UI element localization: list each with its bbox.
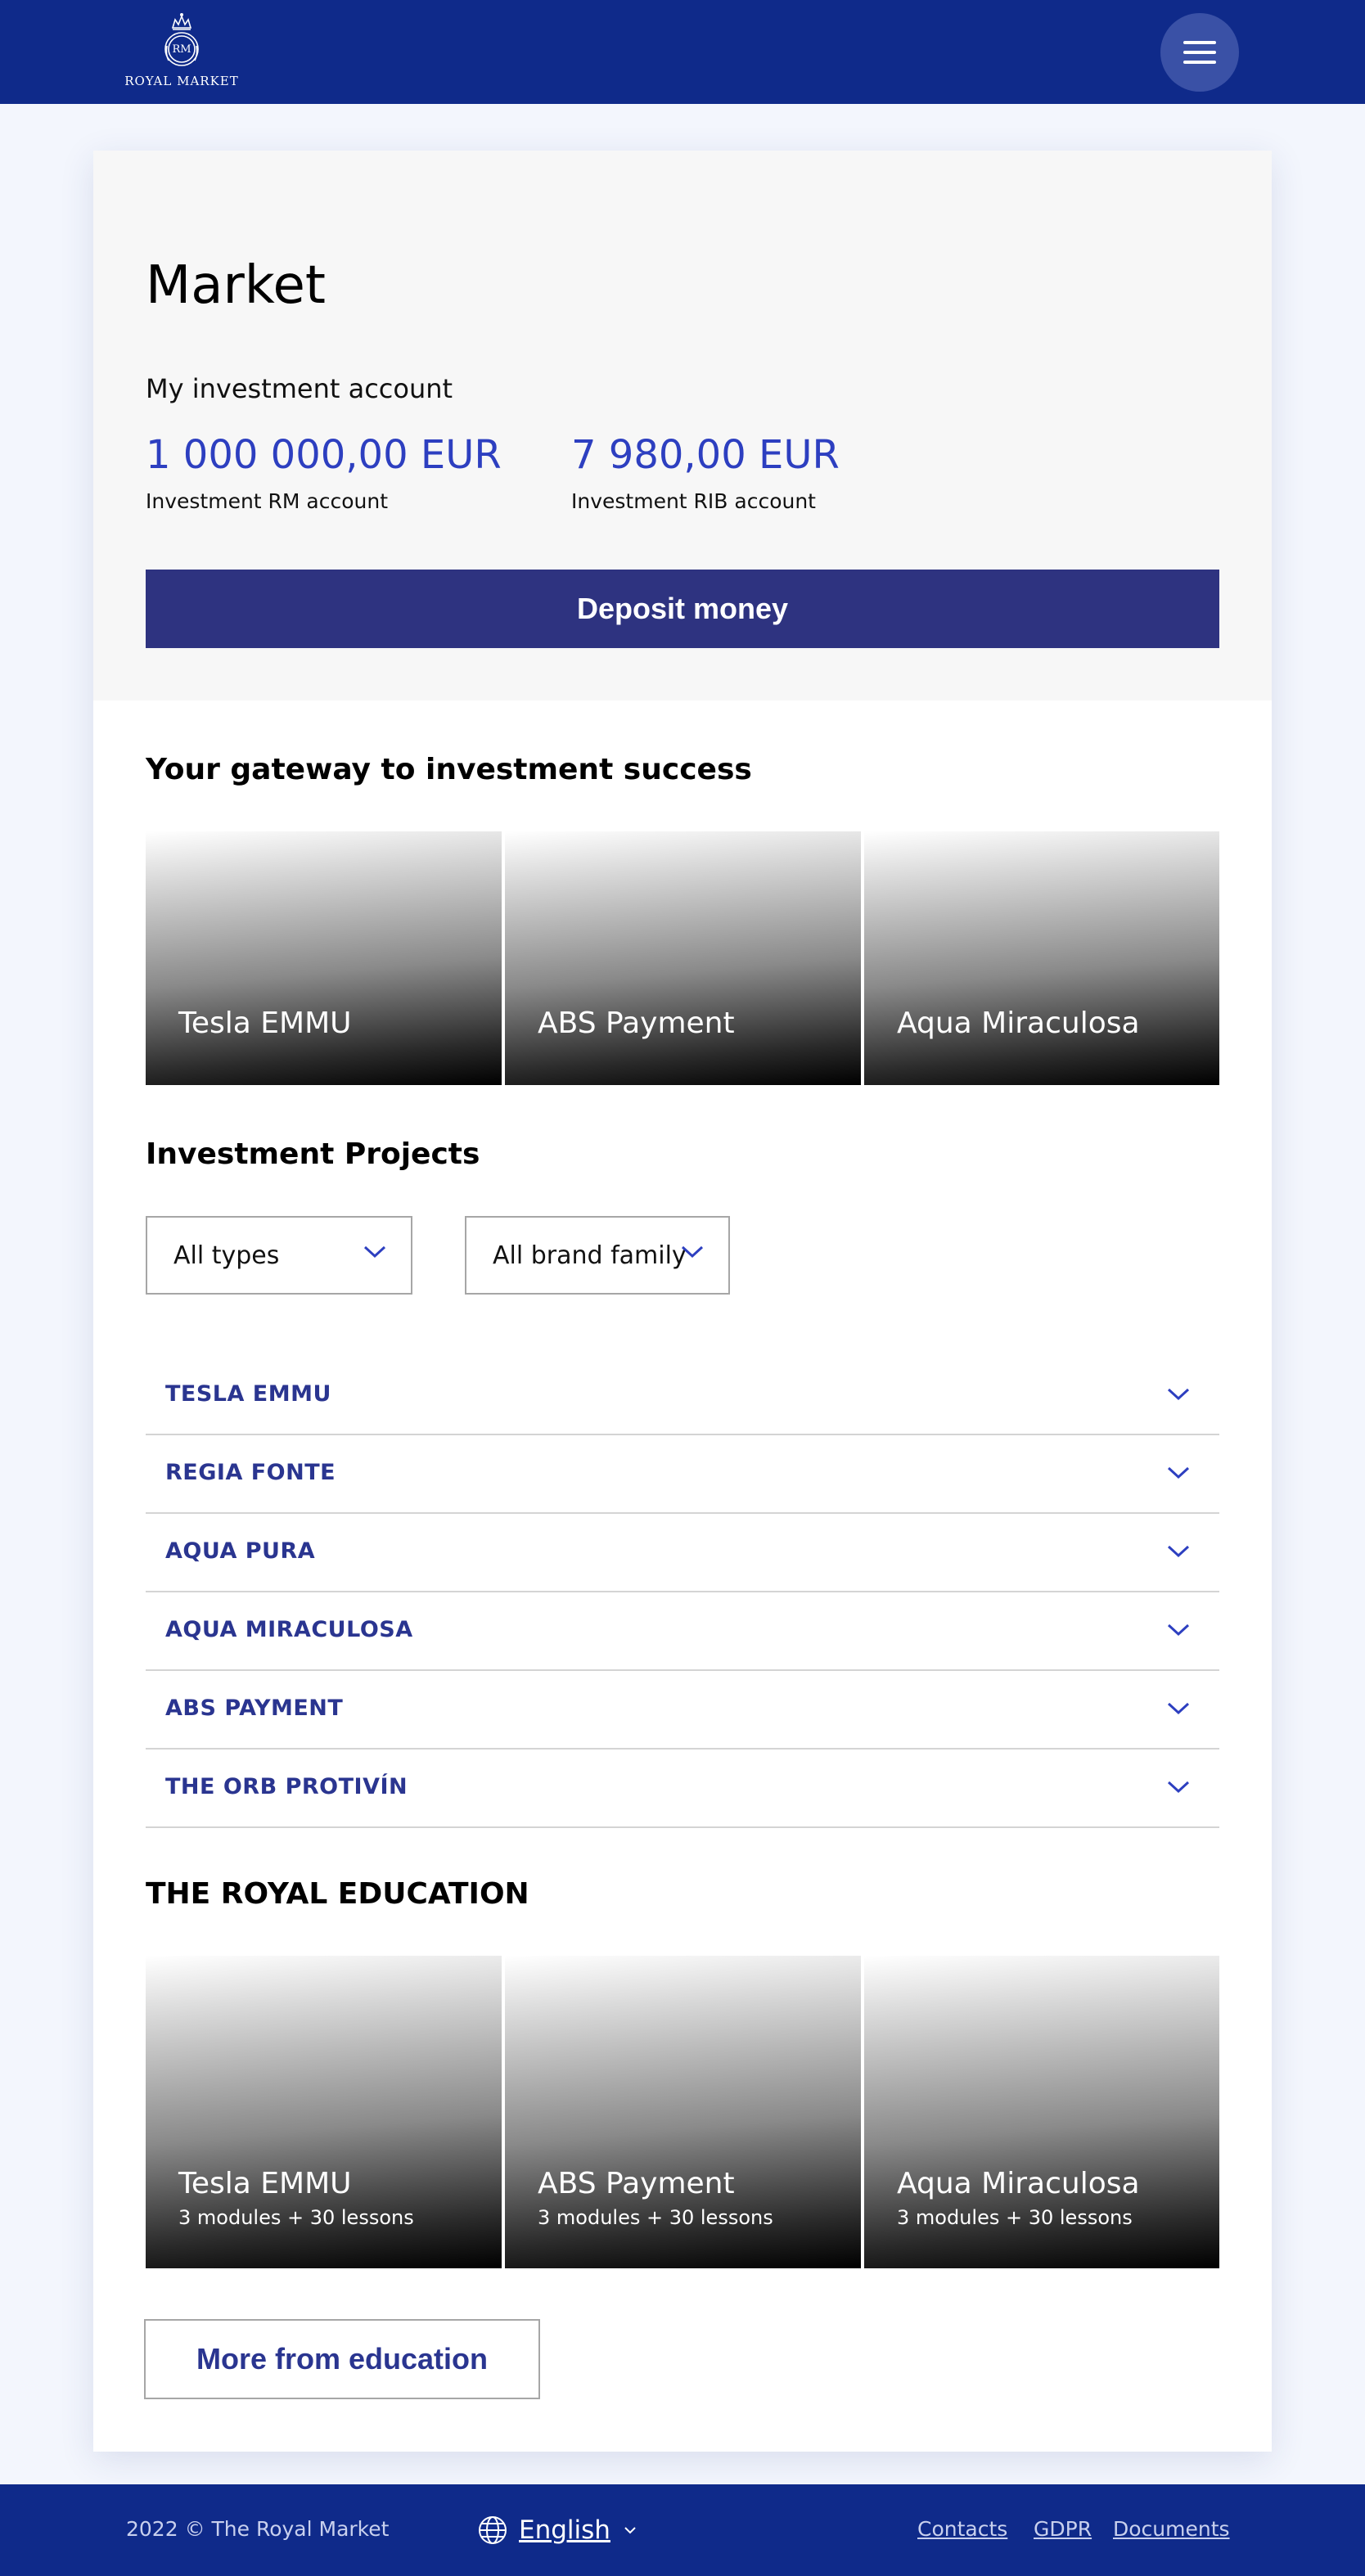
education-section-title: THE ROYAL EDUCATION bbox=[146, 1877, 529, 1911]
gateway-tiles: Tesla EMMU ABS Payment Aqua Miraculosa bbox=[146, 831, 1219, 1085]
accordion-item-aqua-miraculosa[interactable]: AQUA MIRACULOSA bbox=[146, 1592, 1219, 1671]
gdpr-link[interactable]: GDPR bbox=[1034, 2517, 1092, 2541]
tile-title: Tesla EMMU bbox=[178, 1007, 352, 1040]
tile-subtitle: 3 modules + 30 lessons bbox=[178, 2206, 414, 2229]
globe-icon bbox=[479, 2516, 507, 2544]
rib-account-balance: 7 980,00 EUR bbox=[571, 432, 840, 478]
menu-button[interactable] bbox=[1160, 13, 1239, 92]
market-card: Market My investment account 1 000 000,0… bbox=[93, 151, 1272, 2452]
accordion-item-abs-payment[interactable]: ABS PAYMENT bbox=[146, 1671, 1219, 1750]
chevron-down-icon bbox=[1167, 1702, 1190, 1715]
footer: 2022 © The Royal Market English Contacts… bbox=[0, 2484, 1365, 2576]
type-filter-select[interactable]: All types bbox=[146, 1216, 412, 1295]
accordion-item-aqua-pura[interactable]: AQUA PURA bbox=[146, 1514, 1219, 1592]
tile-title: Aqua Miraculosa bbox=[897, 1007, 1140, 1040]
chevron-down-icon bbox=[1167, 1781, 1190, 1794]
page-title: Market bbox=[146, 255, 326, 316]
education-tile-abs-payment[interactable]: ABS Payment 3 modules + 30 lessons bbox=[505, 1956, 861, 2268]
chevron-down-icon bbox=[1167, 1624, 1190, 1637]
education-tiles: Tesla EMMU 3 modules + 30 lessons ABS Pa… bbox=[146, 1956, 1219, 2268]
crown-monogram-icon: RM bbox=[164, 13, 199, 66]
education-tile-tesla-emmu[interactable]: Tesla EMMU 3 modules + 30 lessons bbox=[146, 1956, 502, 2268]
contacts-link[interactable]: Contacts bbox=[917, 2517, 1007, 2541]
deposit-money-button[interactable]: Deposit money bbox=[146, 570, 1219, 648]
gateway-tile-tesla-emmu[interactable]: Tesla EMMU bbox=[146, 831, 502, 1085]
tile-title: Aqua Miraculosa bbox=[897, 2167, 1140, 2200]
accordion-item-label: AQUA MIRACULOSA bbox=[165, 1617, 413, 1642]
rib-account-label: Investment RIB account bbox=[571, 489, 816, 513]
hamburger-icon bbox=[1183, 41, 1216, 64]
tile-title: Tesla EMMU bbox=[178, 2167, 352, 2200]
language-label: English bbox=[519, 2515, 610, 2545]
education-tile-aqua-miraculosa[interactable]: Aqua Miraculosa 3 modules + 30 lessons bbox=[864, 1956, 1219, 2268]
account-heading: My investment account bbox=[146, 373, 453, 404]
rm-account-balance: 1 000 000,00 EUR bbox=[146, 432, 502, 478]
logo-wordmark: ROYAL MARKET bbox=[124, 74, 239, 88]
gateway-section-title: Your gateway to investment success bbox=[146, 753, 752, 786]
accordion-item-label: TESLA EMMU bbox=[165, 1381, 331, 1407]
accordion-item-tesla-emmu[interactable]: TESLA EMMU bbox=[146, 1357, 1219, 1435]
chevron-down-icon bbox=[1167, 1388, 1190, 1401]
royal-market-logo[interactable]: RM ROYAL MARKET bbox=[123, 11, 241, 93]
brand-family-filter-value: All brand family bbox=[493, 1241, 687, 1270]
documents-link[interactable]: Documents bbox=[1113, 2517, 1230, 2541]
language-selector[interactable]: English bbox=[478, 2507, 637, 2553]
investment-projects-title: Investment Projects bbox=[146, 1137, 480, 1171]
type-filter-value: All types bbox=[173, 1241, 280, 1270]
chevron-down-icon bbox=[624, 2527, 636, 2534]
accordion-item-label: AQUA PURA bbox=[165, 1538, 316, 1564]
copyright-text: 2022 © The Royal Market bbox=[126, 2517, 390, 2541]
tile-title: ABS Payment bbox=[538, 1007, 735, 1040]
gateway-tile-aqua-miraculosa[interactable]: Aqua Miraculosa bbox=[864, 831, 1219, 1085]
chevron-down-icon bbox=[1167, 1545, 1190, 1558]
brand-family-filter-select[interactable]: All brand family bbox=[465, 1216, 730, 1295]
tile-subtitle: 3 modules + 30 lessons bbox=[897, 2206, 1133, 2229]
rm-account-label: Investment RM account bbox=[146, 489, 389, 513]
investment-projects-accordion: TESLA EMMU REGIA FONTE AQUA PURA AQUA MI… bbox=[146, 1357, 1219, 1828]
more-from-education-button[interactable]: More from education bbox=[144, 2319, 540, 2399]
tile-subtitle: 3 modules + 30 lessons bbox=[538, 2206, 773, 2229]
accordion-item-the-orb-protivin[interactable]: THE ORB PROTIVÍN bbox=[146, 1750, 1219, 1828]
chevron-down-icon bbox=[363, 1245, 386, 1259]
accordion-item-regia-fonte[interactable]: REGIA FONTE bbox=[146, 1435, 1219, 1514]
accordion-item-label: ABS PAYMENT bbox=[165, 1696, 344, 1721]
accordion-item-label: REGIA FONTE bbox=[165, 1460, 336, 1485]
gateway-tile-abs-payment[interactable]: ABS Payment bbox=[505, 831, 861, 1085]
svg-text:RM: RM bbox=[172, 43, 191, 56]
chevron-down-icon bbox=[681, 1245, 704, 1259]
accordion-item-label: THE ORB PROTIVÍN bbox=[165, 1774, 408, 1799]
chevron-down-icon bbox=[1167, 1466, 1190, 1479]
top-navigation-bar: RM ROYAL MARKET bbox=[0, 0, 1365, 104]
tile-title: ABS Payment bbox=[538, 2167, 735, 2200]
investment-account-panel: Market My investment account 1 000 000,0… bbox=[93, 151, 1272, 700]
